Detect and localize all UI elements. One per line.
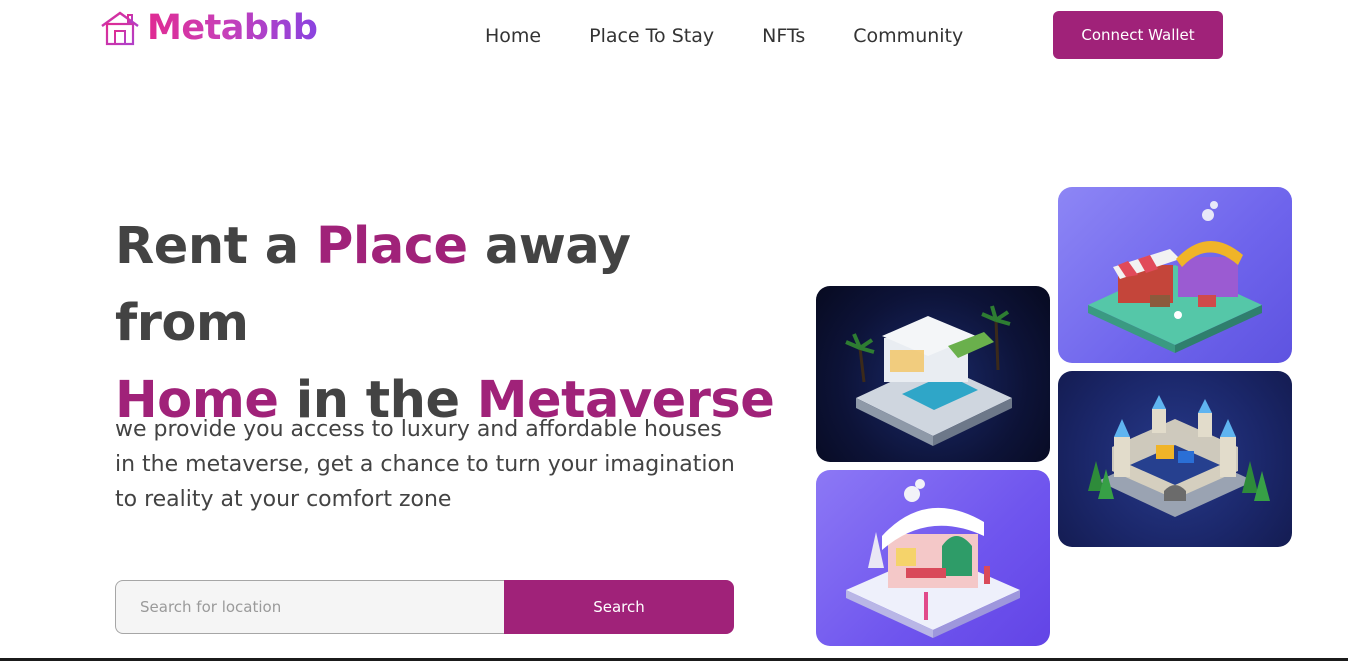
- castle-image: [1058, 371, 1292, 547]
- connect-wallet-button[interactable]: Connect Wallet: [1053, 11, 1223, 59]
- nav-nfts[interactable]: NFTs: [762, 25, 805, 47]
- search-bar: Search: [115, 580, 734, 634]
- search-button[interactable]: Search: [504, 580, 734, 634]
- house-icon: [101, 11, 139, 46]
- title-text: Rent a: [115, 217, 316, 276]
- main-nav: Home Place To Stay NFTs Community: [485, 25, 1011, 47]
- modern-villa-image: [816, 286, 1050, 462]
- snow-cottage-image: [816, 470, 1050, 646]
- title-accent-place: Place: [315, 217, 468, 276]
- brand-name: Metabnb: [147, 8, 318, 48]
- hero-description: we provide you access to luxury and affo…: [115, 417, 735, 512]
- market-stall-image: [1058, 187, 1292, 363]
- nav-place-to-stay[interactable]: Place To Stay: [589, 25, 714, 47]
- nav-home[interactable]: Home: [485, 25, 541, 47]
- landing-page: Metabnb Home Place To Stay NFTs Communit…: [0, 0, 1348, 661]
- location-search-input[interactable]: [115, 580, 504, 634]
- hero-title: Rent a Place away from Home in the Metave…: [115, 208, 775, 439]
- logo[interactable]: Metabnb: [100, 8, 318, 48]
- nav-community[interactable]: Community: [853, 25, 963, 47]
